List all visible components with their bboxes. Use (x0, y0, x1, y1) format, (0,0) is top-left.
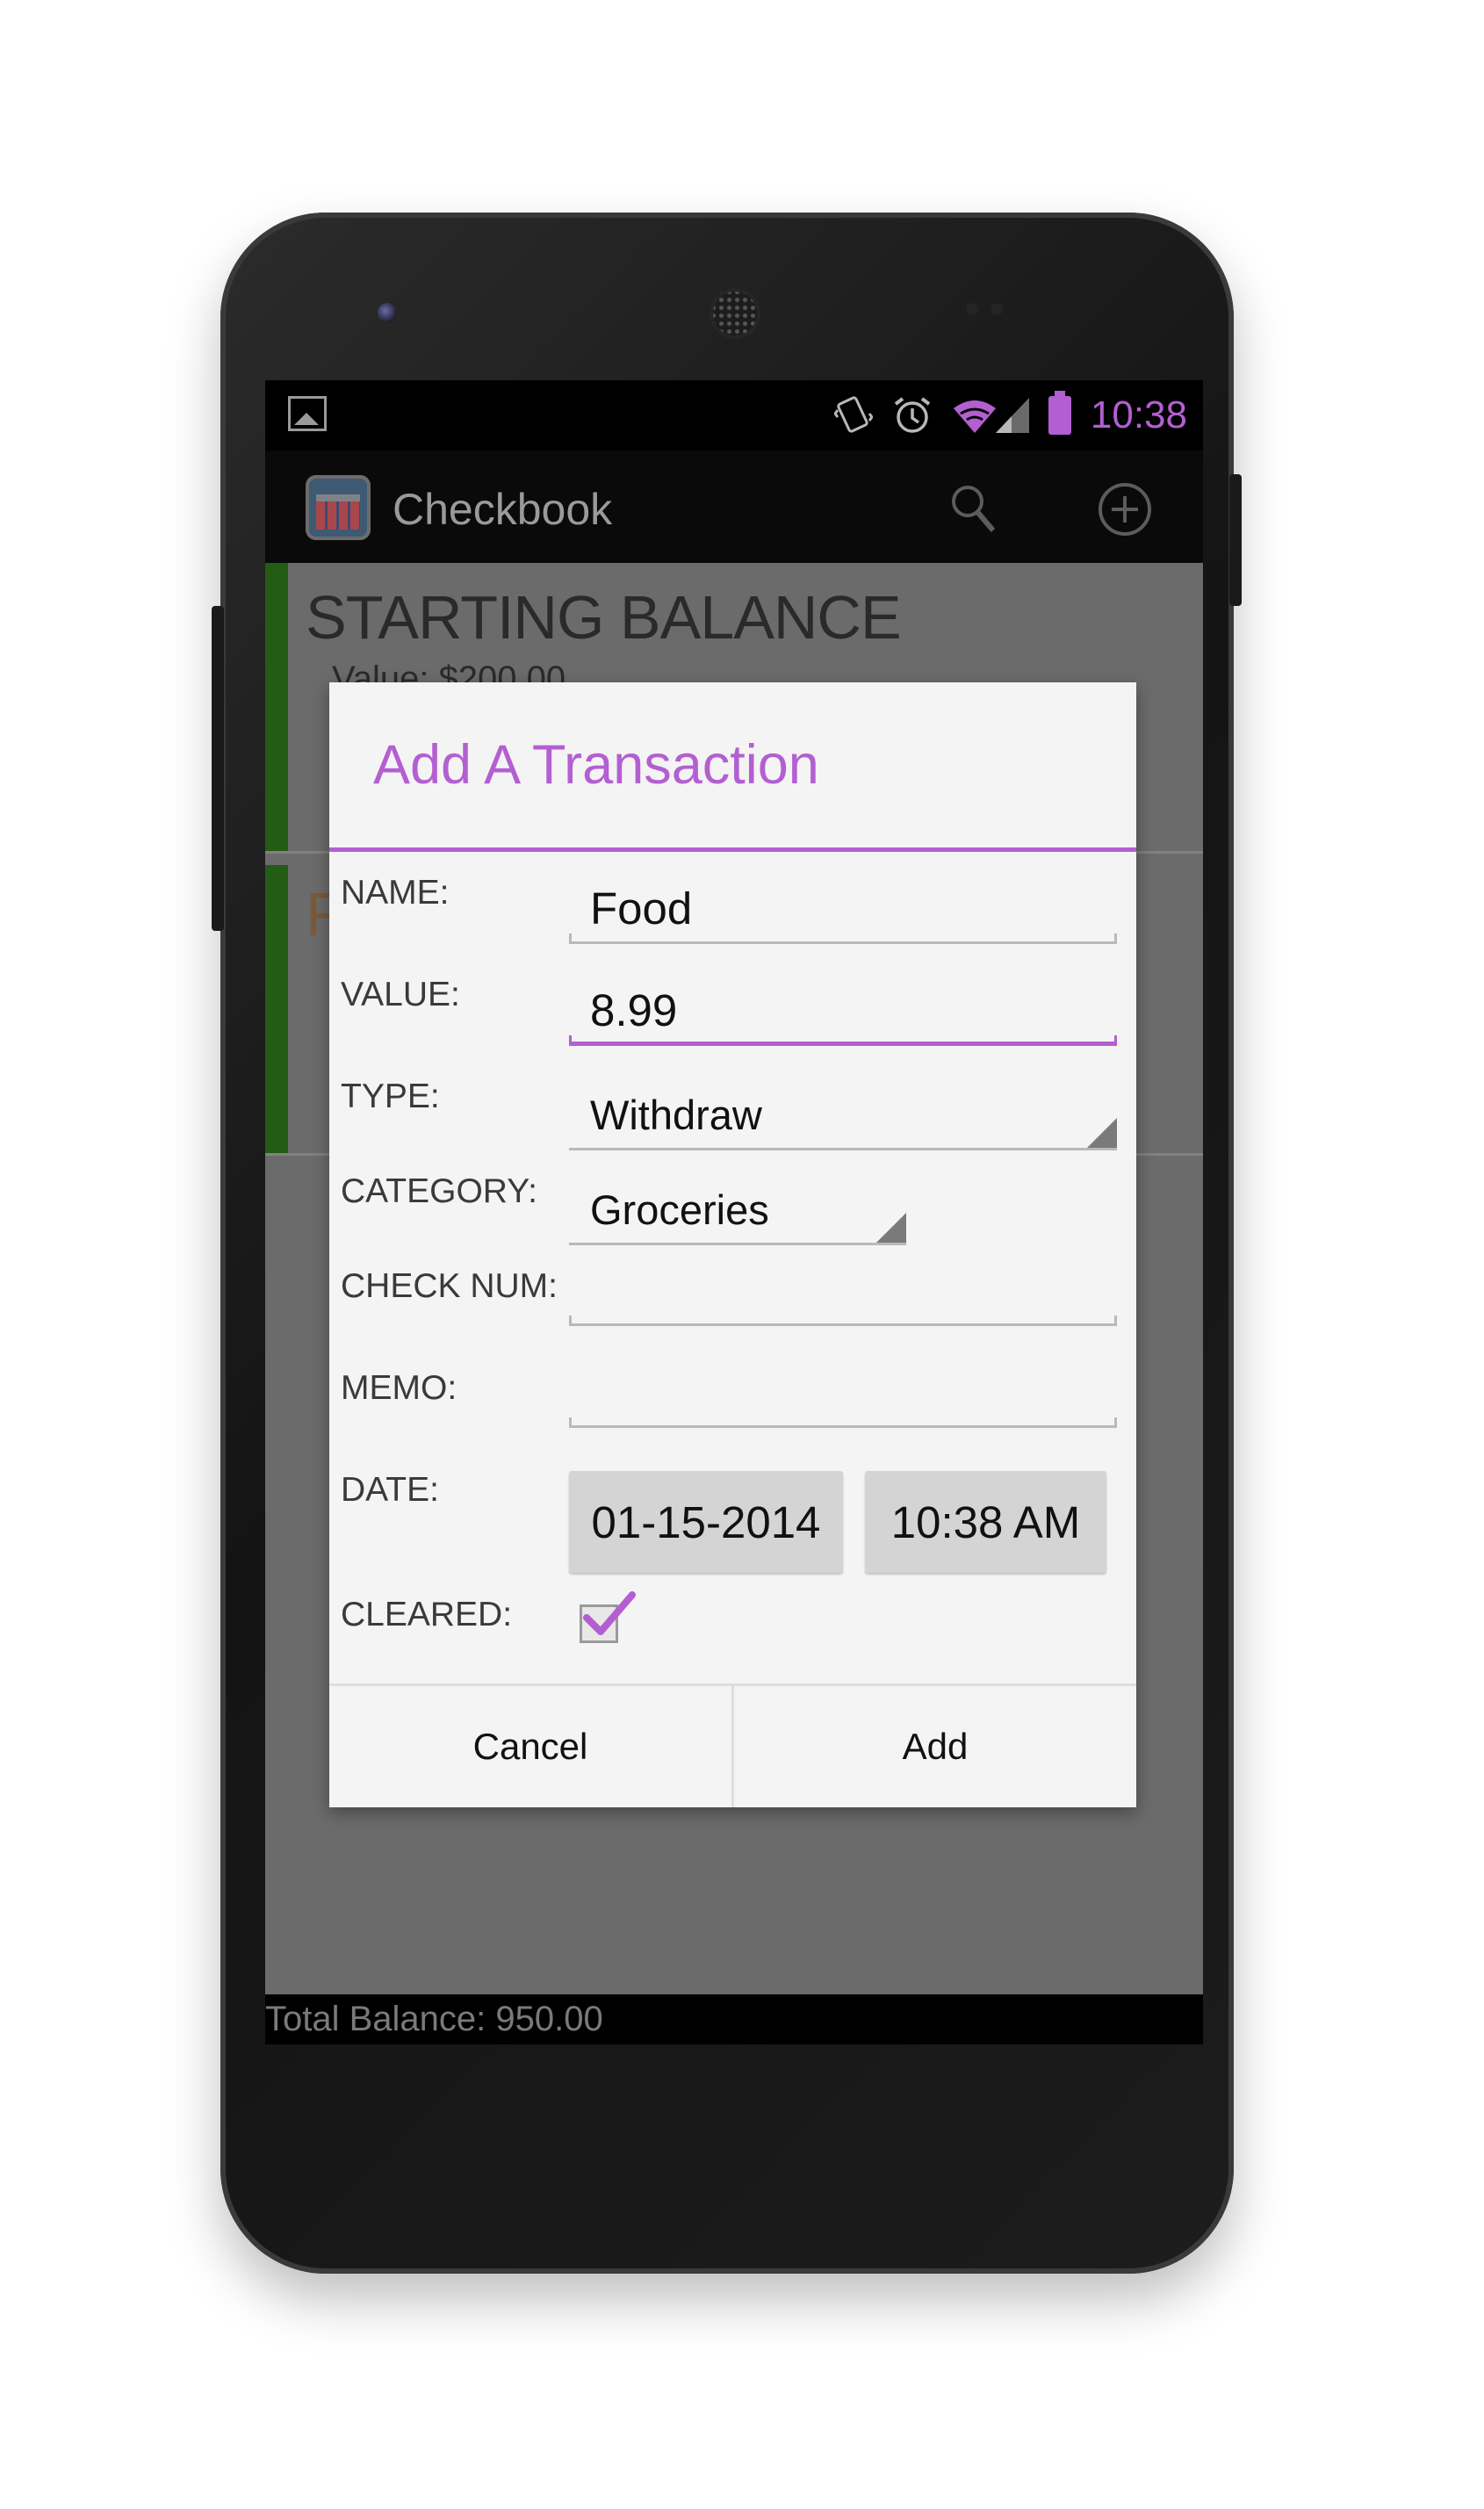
category-label: CATEGORY: (341, 1172, 537, 1210)
light-sensor (991, 303, 1003, 315)
status-bar: 10:38 (265, 380, 1203, 451)
category-spinner[interactable]: Groceries (569, 1166, 906, 1245)
date-label: DATE: (341, 1471, 439, 1509)
action-bar: Checkbook (265, 451, 1203, 563)
cleared-indicator (265, 563, 288, 851)
volume-button (212, 606, 224, 931)
type-label: TYPE: (341, 1078, 440, 1115)
type-value: Withdraw (590, 1092, 762, 1138)
search-icon[interactable] (950, 484, 996, 533)
list-item-title: STARTING BALANCE (306, 583, 902, 652)
value-label: VALUE: (341, 976, 460, 1013)
total-balance-bar: Total Balance: 950.00 (265, 1994, 1203, 2044)
title-divider (329, 847, 1136, 852)
battery-icon (1048, 391, 1071, 435)
signal-icon (995, 398, 1029, 433)
name-label: NAME: (341, 874, 450, 912)
check-num-field[interactable] (569, 1247, 1117, 1326)
app-title: Checkbook (393, 485, 613, 534)
date-picker-button[interactable]: 01-15-2014 (569, 1471, 843, 1573)
memo-label: MEMO: (341, 1369, 457, 1407)
add-button[interactable]: Add (734, 1686, 1136, 1807)
category-value: Groceries (590, 1186, 769, 1233)
dropdown-arrow-icon (876, 1213, 906, 1243)
cleared-indicator (265, 865, 288, 1153)
proximity-sensor (966, 303, 978, 315)
dropdown-arrow-icon (1087, 1118, 1117, 1148)
vibrate-icon (833, 396, 873, 433)
image-icon (288, 396, 327, 431)
alarm-icon (894, 397, 931, 433)
check-num-label: CHECK NUM: (341, 1267, 558, 1305)
type-spinner[interactable]: Withdraw (569, 1071, 1117, 1150)
total-balance: Total Balance: 950.00 (265, 2000, 603, 2038)
earpiece-speaker (710, 288, 760, 339)
memo-field[interactable] (569, 1349, 1117, 1428)
name-value: Food (590, 883, 693, 934)
add-circle-icon[interactable] (1098, 482, 1152, 537)
time-picker-button[interactable]: 10:38 AM (865, 1471, 1106, 1573)
cancel-button[interactable]: Cancel (329, 1686, 731, 1807)
name-field[interactable]: Food (569, 865, 1117, 944)
value-value: 8.99 (590, 985, 678, 1035)
status-time: 10:38 (1090, 393, 1187, 436)
cleared-label: CLEARED: (341, 1596, 513, 1633)
dialog-title: Add A Transaction (373, 734, 819, 796)
value-field[interactable]: 8.99 (569, 967, 1117, 1046)
wifi-icon (953, 400, 996, 433)
add-transaction-dialog: Add A Transaction NAME: Food VALUE: 8.99… (329, 682, 1136, 1807)
checkmark-icon (583, 1591, 636, 1635)
checkbook-app-icon[interactable] (306, 475, 371, 540)
power-button (1229, 474, 1242, 606)
front-camera (378, 303, 397, 322)
